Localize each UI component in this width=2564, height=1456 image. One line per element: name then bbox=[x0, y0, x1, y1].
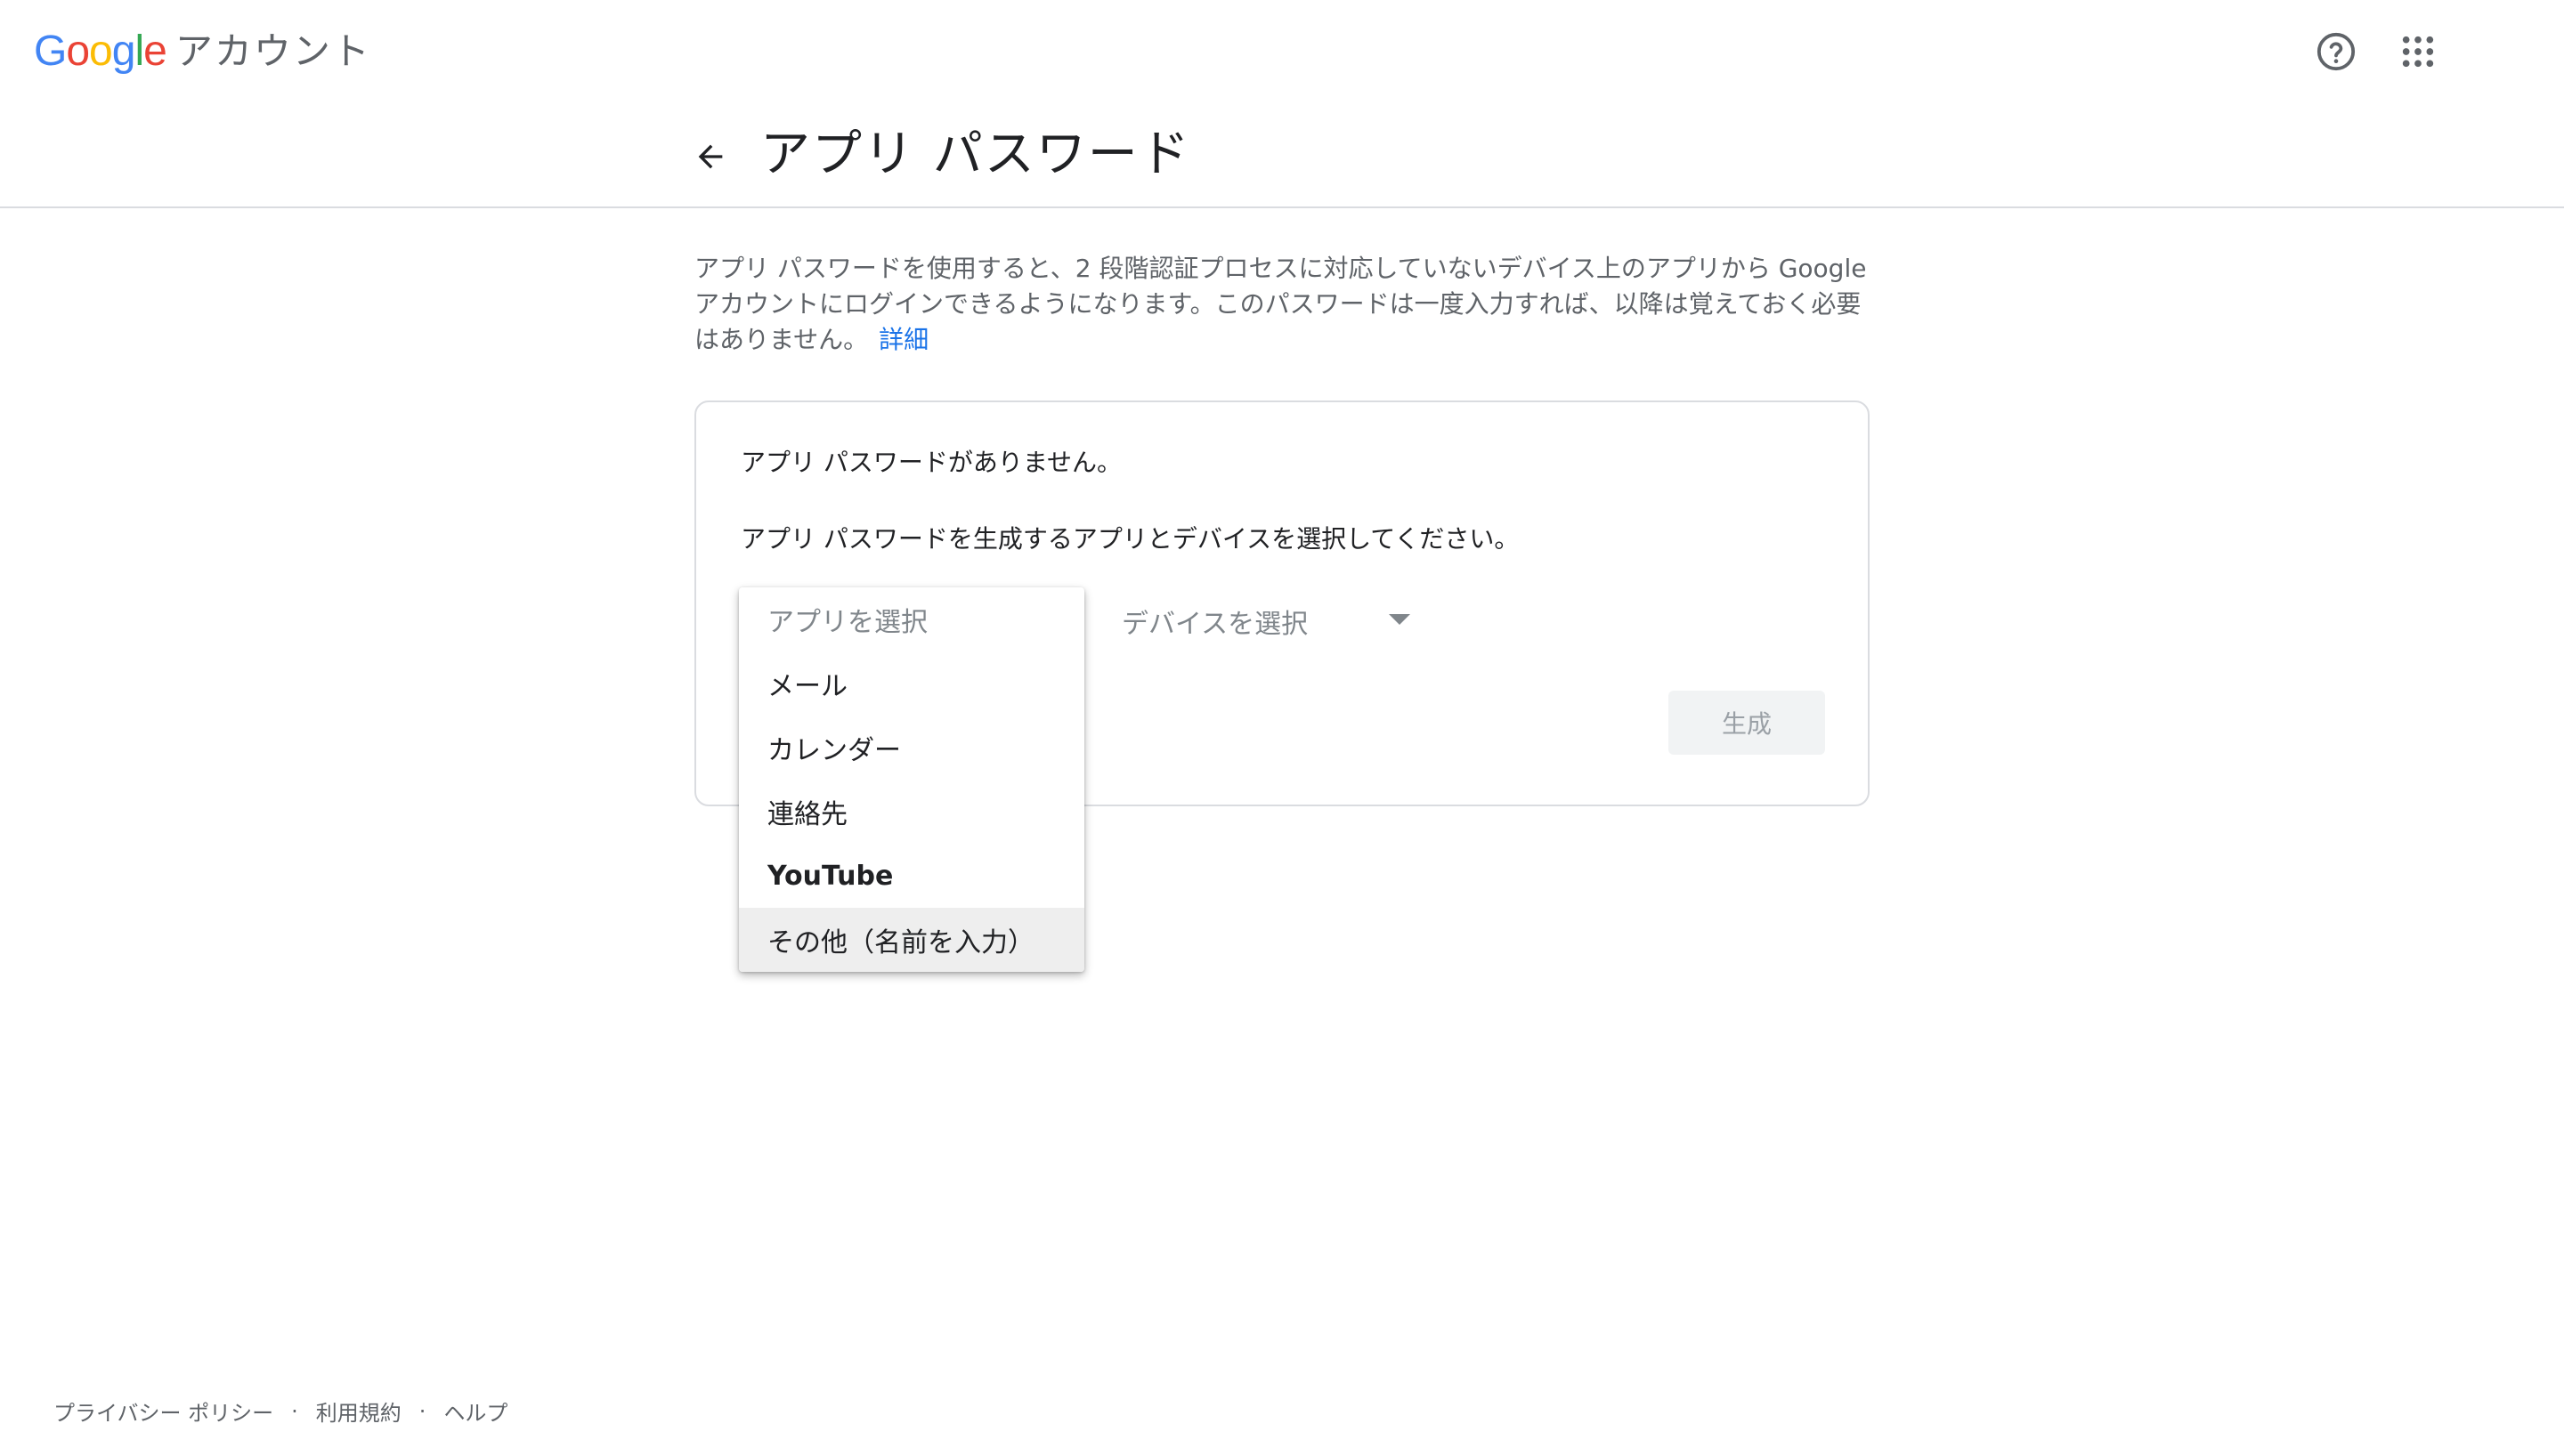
apps-grid-icon bbox=[2402, 36, 2434, 68]
description-text: アプリ パスワードを使用すると、2 段階認証プロセスに対応していないデバイス上の… bbox=[694, 254, 1867, 354]
footer-separator: · bbox=[418, 1398, 426, 1424]
help-circle-icon bbox=[2317, 32, 2356, 71]
google-apps-button[interactable] bbox=[2393, 27, 2443, 77]
no-passwords-message: アプリ パスワードがありません。 bbox=[741, 448, 1123, 477]
privacy-policy-link[interactable]: プライバシー ポリシー bbox=[53, 1395, 273, 1427]
instruction-text: アプリ パスワードを生成するアプリとデバイスを選択してください。 bbox=[741, 524, 1520, 554]
footer: プライバシー ポリシー · 利用規約 · ヘルプ bbox=[53, 1395, 507, 1427]
app-option-mail[interactable]: メール bbox=[739, 651, 1084, 716]
app-select-dropdown[interactable]: アプリを選択 メール カレンダー 連絡先 YouTube その他（名前を入力） bbox=[739, 587, 1084, 972]
app-option-calendar[interactable]: カレンダー bbox=[739, 716, 1084, 780]
dropdown-arrow-icon bbox=[1389, 614, 1410, 625]
help-button[interactable] bbox=[2311, 27, 2361, 77]
app-select-placeholder[interactable]: アプリを選択 bbox=[739, 587, 1084, 651]
logo-letter: o bbox=[89, 28, 113, 75]
footer-separator: · bbox=[291, 1398, 298, 1424]
arrow-back-icon bbox=[698, 144, 723, 169]
logo-letter: l bbox=[134, 28, 144, 75]
google-logo: Google bbox=[34, 28, 167, 75]
product-name: アカウント bbox=[174, 29, 371, 73]
app-option-other[interactable]: その他（名前を入力） bbox=[739, 908, 1084, 972]
device-select[interactable]: デバイスを選択 bbox=[1111, 586, 1423, 657]
terms-link[interactable]: 利用規約 bbox=[316, 1395, 402, 1427]
top-bar: Google アカウント bbox=[0, 0, 2564, 105]
learn-more-link[interactable]: 詳細 bbox=[879, 325, 929, 354]
logo-letter: o bbox=[66, 28, 90, 75]
help-link[interactable]: ヘルプ bbox=[443, 1395, 507, 1427]
page-title: アプリ パスワード bbox=[760, 125, 1191, 183]
logo-letter: e bbox=[143, 28, 167, 75]
generate-button[interactable]: 生成 bbox=[1668, 691, 1825, 755]
logo-letter: g bbox=[111, 28, 136, 75]
back-button[interactable] bbox=[686, 132, 735, 182]
google-account-brand[interactable]: Google アカウント bbox=[34, 23, 371, 80]
logo-letter: G bbox=[34, 28, 67, 75]
description: アプリ パスワードを使用すると、2 段階認証プロセスに対応していないデバイス上の… bbox=[694, 251, 1878, 358]
app-option-contacts[interactable]: 連絡先 bbox=[739, 780, 1084, 844]
device-select-label: デバイスを選択 bbox=[1122, 609, 1309, 640]
app-option-youtube[interactable]: YouTube bbox=[739, 844, 1084, 908]
page-header: アプリ パスワード bbox=[0, 105, 2564, 208]
